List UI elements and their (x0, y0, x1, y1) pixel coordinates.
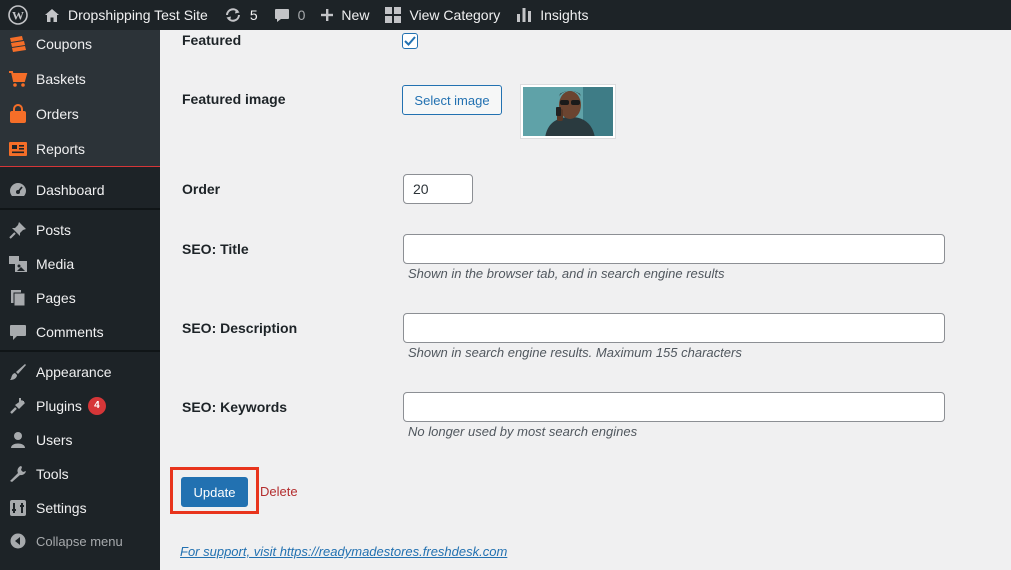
updates-icon (224, 7, 242, 23)
featured-image-preview (523, 87, 613, 136)
sidebar-item-label: Posts (36, 222, 72, 238)
plus-icon (321, 9, 334, 21)
menu-separator (0, 350, 160, 352)
grid-icon (385, 7, 402, 23)
sidebar-item-posts[interactable]: Posts (0, 213, 160, 247)
sidebar-item-label: Comments (36, 324, 104, 340)
order-label: Order (182, 181, 221, 197)
view-category-label: View Category (409, 7, 501, 23)
featured-label: Featured (182, 32, 242, 48)
sidebar-item-label: Media (36, 256, 75, 272)
sidebar-item-label: Orders (36, 106, 79, 122)
comment-icon (0, 324, 36, 341)
pages-icon (0, 289, 36, 307)
plugin-icon (0, 397, 36, 415)
basket-icon (0, 70, 36, 88)
admin-bar: W Dropshipping Test Site 5 0 New View Ca… (0, 0, 1011, 30)
seo-description-help: Shown in search engine results. Maximum … (408, 345, 742, 360)
sidebar-item-label: Appearance (36, 364, 112, 380)
seo-title-help: Shown in the browser tab, and in search … (408, 266, 725, 281)
sidebar-item-label: Baskets (36, 71, 86, 87)
user-icon (0, 431, 36, 449)
sidebar-item-plugins[interactable]: Plugins 4 (0, 389, 160, 423)
sidebar-item-label: Users (36, 432, 73, 448)
bag-icon (0, 104, 36, 124)
sidebar-item-pages[interactable]: Pages (0, 281, 160, 315)
sidebar-item-dashboard[interactable]: Dashboard (0, 173, 160, 207)
sidebar-item-reports[interactable]: Reports (0, 132, 160, 166)
report-icon (0, 141, 36, 157)
coupon-icon (0, 35, 36, 53)
featured-image-label: Featured image (182, 91, 286, 107)
site-name-link[interactable]: Dropshipping Test Site (36, 0, 216, 30)
order-input[interactable] (403, 174, 473, 204)
seo-description-label: SEO: Description (182, 320, 298, 336)
updates-count: 5 (249, 7, 258, 23)
plugin-update-badge: 4 (87, 397, 106, 415)
seo-keywords-label: SEO: Keywords (182, 399, 288, 415)
support-link[interactable]: For support, visit https://readymadestor… (180, 544, 507, 559)
sidebar-item-users[interactable]: Users (0, 423, 160, 457)
collapse-menu-button[interactable]: Collapse menu (0, 524, 160, 558)
seo-keywords-input[interactable] (403, 392, 945, 422)
select-image-button[interactable]: Select image (402, 85, 502, 115)
insights-link[interactable]: Insights (508, 0, 596, 30)
featured-image-thumbnail[interactable] (520, 84, 616, 139)
sidebar-item-label: Tools (36, 466, 69, 482)
admin-sidebar: Coupons Baskets Orders Reports Dashboard… (0, 30, 160, 570)
media-icon (0, 255, 36, 273)
insights-label: Insights (540, 7, 589, 23)
comment-bubble-icon (274, 8, 290, 23)
comments-link[interactable]: 0 (266, 0, 314, 30)
sidebar-item-baskets[interactable]: Baskets (0, 62, 160, 96)
brush-icon (0, 363, 36, 381)
sidebar-item-orders[interactable]: Orders (0, 97, 160, 131)
sidebar-item-media[interactable]: Media (0, 247, 160, 281)
sidebar-item-label: Coupons (36, 36, 93, 52)
sidebar-item-appearance[interactable]: Appearance (0, 355, 160, 389)
wordpress-logo-icon[interactable]: W (0, 0, 36, 30)
comments-count: 0 (297, 7, 306, 23)
settings-icon (0, 499, 36, 517)
sidebar-item-tools[interactable]: Tools (0, 457, 160, 491)
seo-keywords-help: No longer used by most search engines (408, 424, 638, 439)
menu-separator (0, 208, 160, 210)
new-label: New (341, 7, 370, 23)
sidebar-item-comments[interactable]: Comments (0, 315, 160, 349)
delete-link[interactable]: Delete (260, 484, 298, 499)
wrench-icon (0, 465, 36, 483)
updates-link[interactable]: 5 (216, 0, 266, 30)
featured-checkbox[interactable] (402, 33, 418, 49)
checkmark-icon (404, 36, 416, 46)
sidebar-item-label: Pages (36, 290, 76, 306)
sidebar-item-label: Settings (36, 500, 87, 516)
new-content-link[interactable]: New (313, 0, 377, 30)
sidebar-item-coupons[interactable]: Coupons (0, 27, 160, 61)
site-name: Dropshipping Test Site (68, 7, 208, 23)
edit-category-form: Featured Featured image Select image Ord… (160, 30, 1011, 570)
seo-title-input[interactable] (403, 234, 945, 264)
pin-icon (0, 221, 36, 239)
dashboard-icon (0, 181, 36, 199)
sidebar-item-label: Reports (36, 141, 86, 157)
sidebar-item-label: Plugins (36, 398, 82, 414)
sidebar-item-settings[interactable]: Settings (0, 491, 160, 525)
collapse-menu-label: Collapse menu (36, 533, 123, 549)
sidebar-item-label: Dashboard (36, 182, 105, 198)
svg-text:W: W (12, 9, 24, 23)
update-button[interactable]: Update (181, 477, 248, 507)
home-icon (44, 8, 60, 23)
view-category-link[interactable]: View Category (377, 0, 508, 30)
seo-title-label: SEO: Title (182, 241, 249, 257)
collapse-arrow-icon (0, 533, 36, 549)
bar-chart-icon (516, 7, 532, 23)
seo-description-input[interactable] (403, 313, 945, 343)
